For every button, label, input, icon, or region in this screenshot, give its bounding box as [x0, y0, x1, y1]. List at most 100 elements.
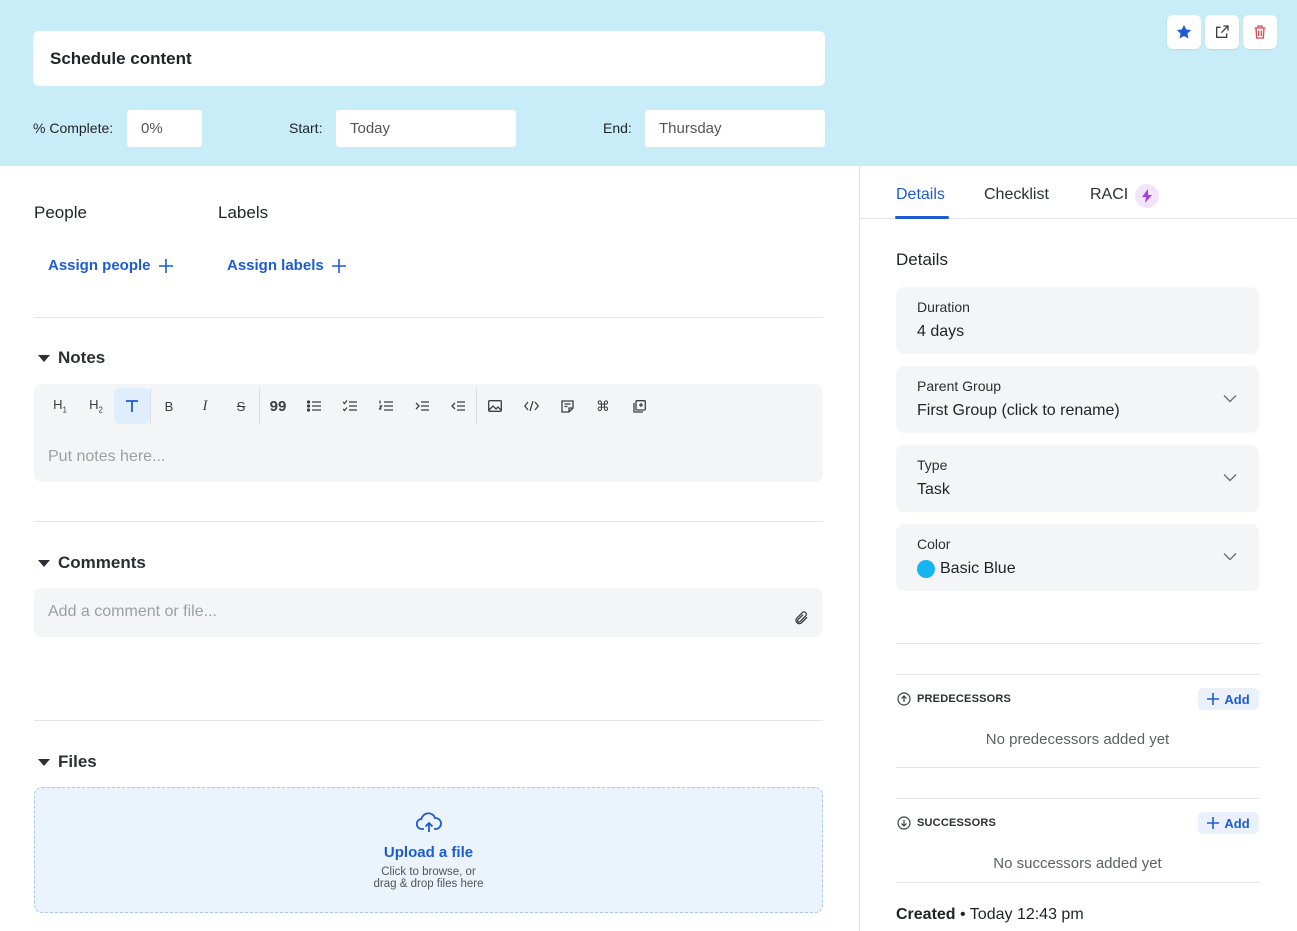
- assign-labels-button[interactable]: Assign labels: [227, 257, 346, 274]
- successors-heading: SUCCESSORS: [917, 817, 997, 829]
- divider: [34, 317, 823, 318]
- parent-group-dropdown[interactable]: Parent Group First Group (click to renam…: [896, 366, 1259, 433]
- favorite-button[interactable]: [1167, 15, 1201, 49]
- upload-hint-line-1: Click to browse, or: [381, 866, 476, 878]
- tab-raci[interactable]: RACI: [1090, 186, 1128, 204]
- start-date-label: Start:: [289, 120, 323, 136]
- task-title-input[interactable]: Schedule content: [33, 31, 825, 86]
- upload-hint-line-2: drag & drop files here: [373, 878, 484, 890]
- paperclip-icon[interactable]: [793, 610, 809, 626]
- created-value: Today 12:43 pm: [969, 906, 1084, 923]
- italic-button[interactable]: I: [187, 388, 223, 424]
- heading-1-button[interactable]: H1: [42, 388, 78, 424]
- note-button[interactable]: [549, 388, 585, 424]
- delete-button[interactable]: [1243, 15, 1277, 49]
- notes-placeholder: Put notes here...: [48, 448, 166, 465]
- percent-complete-input[interactable]: 0%: [127, 110, 202, 147]
- files-heading: Files: [58, 752, 97, 771]
- add-predecessor-button[interactable]: Add: [1198, 688, 1259, 710]
- chevron-down-icon: [1223, 553, 1237, 561]
- notes-editor[interactable]: H1 H2 B I S 99 ⌘ Put notes here...: [34, 384, 823, 482]
- arrow-down-circle-icon: [897, 816, 911, 830]
- embed-button[interactable]: [621, 388, 657, 424]
- divider: [896, 882, 1259, 883]
- start-date-input[interactable]: Today: [336, 110, 516, 147]
- comments-heading: Comments: [58, 553, 146, 572]
- plus-icon: [1207, 693, 1220, 705]
- add-successor-button[interactable]: Add: [1198, 812, 1259, 834]
- files-toggle[interactable]: Files: [38, 752, 97, 772]
- tab-details[interactable]: Details: [896, 186, 945, 204]
- task-header: Schedule content % Complete: 0% Start: T…: [0, 0, 1297, 166]
- panel-divider: [859, 166, 860, 931]
- outdent-button[interactable]: [440, 388, 476, 424]
- predecessors-header: PREDECESSORS: [897, 692, 1011, 706]
- chevron-down-icon: [1223, 395, 1237, 403]
- duration-field[interactable]: Duration 4 days: [896, 287, 1259, 354]
- indent-button[interactable]: [404, 388, 440, 424]
- divider: [896, 643, 1259, 644]
- file-upload-dropzone[interactable]: Upload a file Click to browse, or drag &…: [34, 787, 823, 913]
- notes-heading: Notes: [58, 348, 106, 367]
- comment-input[interactable]: Add a comment or file...: [34, 588, 823, 637]
- heading-1-icon: H1: [53, 397, 67, 415]
- color-value: Basic Blue: [940, 560, 1016, 577]
- image-icon: [488, 400, 502, 412]
- open-external-icon: [1216, 25, 1229, 38]
- assign-people-button[interactable]: Assign people: [48, 257, 173, 274]
- code-button[interactable]: [513, 388, 549, 424]
- successors-empty-message: No successors added yet: [993, 855, 1162, 872]
- bullet-list-button[interactable]: [296, 388, 332, 424]
- type-dropdown[interactable]: Type Task: [896, 445, 1259, 512]
- code-icon: [523, 400, 539, 412]
- strikethrough-button[interactable]: S: [223, 388, 259, 424]
- outdent-icon: [451, 401, 465, 411]
- italic-icon: I: [202, 397, 208, 414]
- notes-toggle[interactable]: Notes: [38, 348, 105, 368]
- tab-checklist[interactable]: Checklist: [984, 186, 1049, 204]
- bullet-list-icon: [307, 400, 321, 412]
- parent-group-label: Parent Group: [917, 378, 1002, 394]
- caret-down-icon: [38, 354, 50, 362]
- created-label: Created: [896, 906, 956, 923]
- open-external-button[interactable]: [1205, 15, 1239, 49]
- text-button[interactable]: [114, 388, 150, 424]
- embed-icon: [632, 399, 646, 413]
- end-date-input[interactable]: Thursday: [645, 110, 825, 147]
- command-button[interactable]: ⌘: [585, 388, 621, 424]
- upload-title: Upload a file: [383, 844, 474, 861]
- raci-ai-badge: [1135, 184, 1159, 208]
- caret-down-icon: [38, 758, 50, 766]
- duration-label: Duration: [917, 299, 970, 315]
- notes-toolbar: H1 H2 B I S 99 ⌘: [42, 388, 657, 424]
- color-swatch: [917, 560, 935, 578]
- add-successor-label: Add: [1224, 815, 1250, 831]
- comments-toggle[interactable]: Comments: [38, 553, 146, 573]
- trash-icon: [1254, 25, 1266, 39]
- labels-heading: Labels: [218, 203, 269, 222]
- created-info: Created • Today 12:43 pm: [896, 906, 1084, 924]
- command-icon: ⌘: [596, 397, 610, 414]
- bold-button[interactable]: B: [151, 388, 187, 424]
- numbered-list-button[interactable]: [368, 388, 404, 424]
- image-button[interactable]: [477, 388, 513, 424]
- quote-icon: 99: [269, 397, 287, 415]
- heading-2-button[interactable]: H2: [78, 388, 114, 424]
- lightning-icon: [1142, 189, 1152, 203]
- comment-placeholder: Add a comment or file...: [48, 603, 217, 620]
- numbered-list-icon: [379, 400, 393, 411]
- caret-down-icon: [38, 559, 50, 567]
- star-icon: [1176, 24, 1192, 39]
- text-icon: [126, 400, 138, 412]
- check-list-button[interactable]: [332, 388, 368, 424]
- color-dropdown[interactable]: Color Basic Blue: [896, 524, 1259, 591]
- assign-people-label: Assign people: [48, 257, 151, 274]
- quote-button[interactable]: 99: [260, 388, 296, 424]
- predecessors-heading: PREDECESSORS: [917, 693, 1012, 705]
- duration-value: 4 days: [917, 323, 965, 340]
- heading-2-icon: H2: [89, 397, 103, 415]
- add-predecessor-label: Add: [1224, 691, 1250, 707]
- type-value: Task: [917, 481, 950, 498]
- successors-header: SUCCESSORS: [897, 816, 996, 830]
- plus-icon: [158, 258, 173, 273]
